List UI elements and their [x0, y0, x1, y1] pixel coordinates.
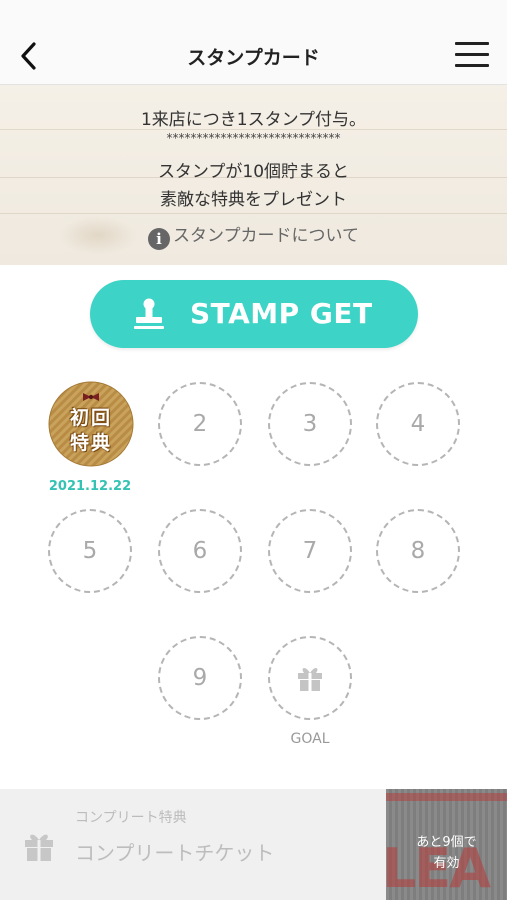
stamp-slot: 8	[376, 509, 460, 593]
stamp-get-button[interactable]: STAMP GET	[90, 280, 418, 348]
info-icon: i	[148, 228, 170, 250]
goal-slot	[268, 636, 352, 720]
app-header: スタンプカード	[0, 28, 507, 85]
complete-reward-caption: コンプリート特典	[75, 810, 187, 826]
info-rule-text: 1来店につき1スタンプ付与。	[140, 110, 367, 130]
ticket-remaining-text: あと9個で	[416, 835, 477, 850]
gift-icon	[298, 668, 322, 691]
stamp-icon	[134, 298, 164, 329]
stamp-get-label: STAMP GET	[190, 297, 373, 330]
info-reward-text-1: スタンプが10個貯まると	[157, 162, 350, 182]
complete-ticket-thumbnail[interactable]: LEA あと9個で 有効	[386, 789, 507, 900]
gift-icon	[25, 834, 53, 861]
stamp-slot: 5	[48, 509, 132, 593]
page-title: スタンプカード	[187, 47, 320, 69]
first-stamp-date: 2021.12.22	[48, 479, 132, 494]
info-separator: *****************************	[166, 131, 341, 145]
stamp-slot: 3	[268, 382, 352, 466]
ticket-valid-text: 有効	[433, 856, 460, 871]
about-stamp-card-label: スタンプカードについて	[173, 226, 359, 246]
ticket-decoration	[386, 793, 507, 801]
complete-reward-bar: コンプリート特典 コンプリートチケット LEA あと9個で 有効	[0, 789, 507, 900]
menu-line	[455, 53, 489, 56]
stamp-slot: 6	[158, 509, 242, 593]
first-badge-line1: 初回	[69, 407, 112, 429]
about-stamp-card-link[interactable]: i スタンプカードについて	[0, 221, 507, 250]
stamp-info-panel: 1来店につき1スタンプ付与。 *************************…	[0, 85, 507, 265]
wood-plank-line	[0, 213, 507, 214]
hamburger-menu-button[interactable]	[455, 42, 489, 70]
stamp-slot: 7	[268, 509, 352, 593]
menu-line	[455, 42, 489, 45]
stamp-slot: 4	[376, 382, 460, 466]
goal-label: GOAL	[290, 731, 330, 747]
stamp-slot: 2	[158, 382, 242, 466]
first-badge-line2: 特典	[69, 432, 112, 454]
info-reward-text-2: 素敵な特典をプレゼント	[160, 190, 347, 210]
menu-line	[455, 64, 489, 67]
status-area	[0, 0, 507, 28]
complete-ticket-title: コンプリートチケット	[75, 841, 275, 865]
first-visit-stamp: 初回 特典	[48, 381, 134, 467]
stamp-slot: 9	[158, 636, 242, 720]
